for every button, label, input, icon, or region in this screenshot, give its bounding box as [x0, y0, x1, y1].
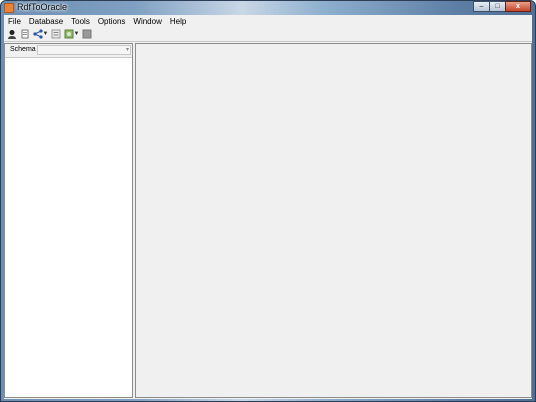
menu-help[interactable]: Help: [166, 15, 190, 27]
client-area: File Database Tools Options Window Help …: [4, 15, 532, 399]
schema-row: Schema ▾: [5, 44, 132, 58]
stop-icon[interactable]: [81, 29, 92, 40]
document-icon[interactable]: [19, 29, 30, 40]
share-icon[interactable]: [32, 29, 43, 40]
window-controls: – □ x: [473, 1, 531, 12]
title-bar[interactable]: RdfToOracle – □ x: [1, 1, 535, 15]
close-button[interactable]: x: [505, 1, 531, 12]
app-icon[interactable]: [4, 3, 14, 13]
menu-options[interactable]: Options: [94, 15, 130, 27]
schema-panel: Schema ▾: [4, 43, 133, 398]
menu-database[interactable]: Database: [25, 15, 67, 27]
schema-select[interactable]: ▾: [37, 45, 131, 55]
dropdown-arrow-icon[interactable]: ▼: [43, 29, 49, 40]
list-icon[interactable]: [50, 29, 61, 40]
menu-tools[interactable]: Tools: [67, 15, 94, 27]
menu-bar: File Database Tools Options Window Help: [4, 15, 532, 27]
user-icon[interactable]: [6, 29, 17, 40]
schema-label: Schema: [10, 46, 36, 53]
application-window: RdfToOracle – □ x File Database Tools Op…: [0, 0, 536, 402]
window-title: RdfToOracle: [17, 2, 68, 12]
menu-window[interactable]: Window: [129, 15, 165, 27]
dropdown-arrow-icon[interactable]: ▼: [74, 29, 80, 40]
maximize-button[interactable]: □: [489, 1, 506, 12]
menu-file[interactable]: File: [4, 15, 25, 27]
main-workspace: [135, 43, 532, 398]
minimize-button[interactable]: –: [473, 1, 490, 12]
toolbar: ▼ ▼: [4, 27, 532, 42]
chevron-down-icon: ▾: [125, 47, 129, 53]
image-icon[interactable]: [63, 29, 74, 40]
